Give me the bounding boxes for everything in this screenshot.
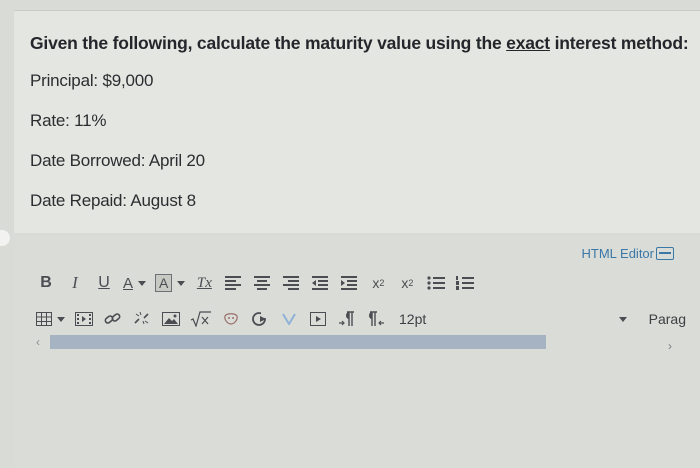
equation-icon[interactable] bbox=[190, 308, 212, 330]
prompt-text-after: interest method: bbox=[549, 33, 689, 53]
keyboard-icon bbox=[656, 247, 674, 260]
question-panel: Given the following, calculate the matur… bbox=[14, 10, 700, 233]
align-left-icon[interactable] bbox=[223, 272, 243, 294]
clear-formatting-label: Tx bbox=[196, 274, 212, 291]
underline-button[interactable]: U bbox=[94, 272, 114, 294]
rtl-paragraph-icon[interactable] bbox=[366, 308, 386, 330]
voice-icon[interactable] bbox=[279, 308, 299, 330]
indent-icon[interactable] bbox=[339, 272, 359, 294]
toolbar-scrollbar[interactable]: ‹ › bbox=[36, 333, 686, 353]
scrollbar-thumb[interactable] bbox=[50, 335, 546, 349]
ltr-paragraph-icon[interactable] bbox=[337, 308, 357, 330]
table-icon[interactable] bbox=[36, 308, 65, 330]
preview-icon[interactable] bbox=[308, 308, 328, 330]
html-editor-link[interactable]: HTML Editor bbox=[582, 246, 674, 261]
outdent-icon[interactable] bbox=[310, 272, 330, 294]
rich-text-editor: HTML Editor B I U A A Tx x2 x2 12pt Para… bbox=[14, 236, 700, 468]
principal-line: Principal: $9,000 bbox=[30, 71, 154, 90]
link-icon[interactable] bbox=[103, 308, 123, 330]
emoticon-icon[interactable] bbox=[221, 308, 241, 330]
prompt-emphasis: exact bbox=[506, 33, 550, 53]
bulleted-list-icon[interactable] bbox=[426, 272, 446, 294]
superscript-mark: 2 bbox=[379, 278, 385, 288]
clear-formatting-button[interactable]: Tx bbox=[194, 272, 214, 294]
html-editor-label: HTML Editor bbox=[581, 246, 654, 261]
superscript-label: x bbox=[372, 275, 380, 291]
scroll-left-arrow-icon[interactable]: ‹ bbox=[36, 333, 48, 351]
paragraph-format-select[interactable]: Parag bbox=[649, 311, 686, 327]
date-borrowed-line: Date Borrowed: April 20 bbox=[30, 151, 205, 170]
superscript-button[interactable]: x2 bbox=[368, 272, 388, 294]
subscript-mark: 2 bbox=[408, 278, 414, 288]
side-tab-marker bbox=[0, 230, 10, 246]
prompt-text-before: Given the following, calculate the matur… bbox=[30, 33, 507, 53]
font-size-select[interactable]: 12pt bbox=[399, 311, 426, 327]
date-repaid-line: Date Repaid: August 8 bbox=[30, 191, 196, 210]
unlink-icon[interactable] bbox=[132, 308, 152, 330]
background-color-button[interactable]: A bbox=[155, 272, 185, 294]
font-color-button[interactable]: A bbox=[123, 272, 146, 294]
subscript-button[interactable]: x2 bbox=[397, 272, 417, 294]
font-color-label: A bbox=[123, 274, 134, 292]
font-size-dropdown-caret-icon[interactable] bbox=[618, 316, 627, 322]
media-icon[interactable] bbox=[74, 308, 94, 330]
bold-button[interactable]: B bbox=[36, 272, 56, 294]
align-right-icon[interactable] bbox=[281, 272, 301, 294]
numbered-list-icon[interactable] bbox=[455, 272, 475, 294]
subscript-label: x bbox=[401, 275, 409, 291]
embed-icon[interactable] bbox=[250, 308, 270, 330]
italic-button[interactable]: I bbox=[65, 272, 85, 294]
background-color-label: A bbox=[155, 274, 173, 292]
toolbar-row-insert: 12pt Parag bbox=[36, 306, 686, 332]
scroll-right-arrow-icon[interactable]: › bbox=[668, 337, 680, 355]
question-prompt: Given the following, calculate the matur… bbox=[30, 33, 689, 54]
align-center-icon[interactable] bbox=[252, 272, 272, 294]
image-icon[interactable] bbox=[161, 308, 181, 330]
toolbar-row-formatting: B I U A A Tx x2 x2 bbox=[36, 270, 484, 296]
rate-line: Rate: 11% bbox=[30, 111, 107, 130]
